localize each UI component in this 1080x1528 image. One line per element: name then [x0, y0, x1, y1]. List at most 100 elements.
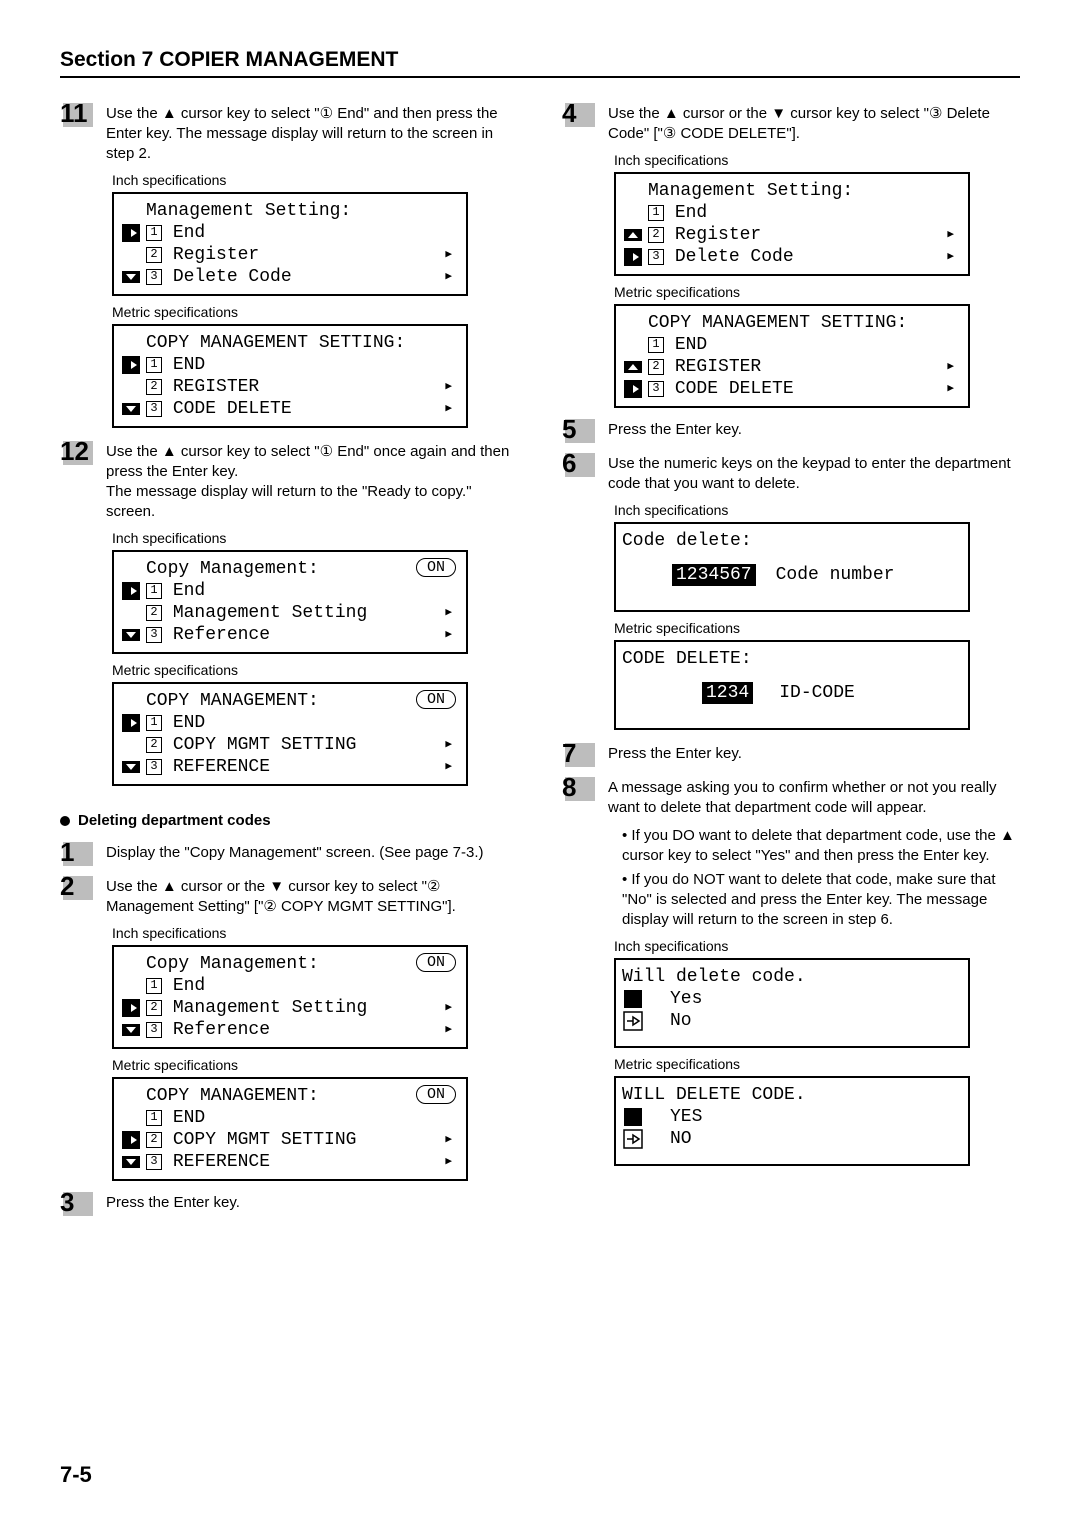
- lcd-item: END: [173, 1107, 205, 1129]
- chevron-right-icon: ▶: [445, 756, 456, 778]
- lcd-screen: WILL DELETE CODE. YES NO: [614, 1076, 970, 1166]
- step-number: 12: [60, 438, 100, 464]
- step-8: 8 A message asking you to confirm whethe…: [562, 774, 1020, 818]
- step-number: 4: [562, 100, 602, 126]
- spec-label: Metric specifications: [112, 304, 518, 320]
- step-text: Press the Enter key.: [106, 1189, 240, 1213]
- lcd-item: REFERENCE: [173, 1151, 270, 1173]
- lcd-title: Copy Management:: [120, 953, 456, 975]
- lcd-item: NO: [670, 1128, 692, 1150]
- step-number: 5: [562, 416, 602, 442]
- lcd-item: Register: [173, 244, 259, 266]
- step-text: Display the "Copy Management" screen. (S…: [106, 839, 484, 863]
- step-5: 5 Press the Enter key.: [562, 416, 1020, 442]
- chevron-right-icon: ▶: [947, 356, 958, 378]
- lcd-item: Management Setting: [173, 997, 367, 1019]
- lcd-screen: COPY MANAGEMENT SETTING: 1 END 2 REGISTE…: [614, 304, 970, 408]
- step-number: 6: [562, 450, 602, 476]
- step-text: Press the Enter key.: [608, 740, 742, 764]
- chevron-right-icon: ▶: [445, 602, 456, 624]
- bullet-icon: [60, 816, 70, 826]
- lcd-item: Delete Code: [173, 266, 292, 288]
- step-11: 11 Use the ▲ cursor key to select "① End…: [60, 100, 518, 164]
- spec-label: Inch specifications: [614, 152, 1020, 168]
- down-tri-icon: [120, 271, 142, 283]
- chevron-right-icon: ▶: [445, 1019, 456, 1041]
- cursor-icon: [120, 223, 142, 243]
- step-text: Use the numeric keys on the keypad to en…: [608, 450, 1020, 494]
- lcd-screen: CODE DELETE: 1234 ID-CODE: [614, 640, 970, 730]
- spec-label: Metric specifications: [614, 1056, 1020, 1072]
- delete-step-3: 3 Press the Enter key.: [60, 1189, 518, 1215]
- lcd-screen: Management Setting: 1 End 2 Register▶ 3 …: [112, 192, 468, 296]
- spec-label: Metric specifications: [112, 1057, 518, 1073]
- lcd-title: Copy Management:: [120, 558, 456, 580]
- cursor-icon: [622, 247, 644, 267]
- lcd-item: CODE DELETE: [173, 398, 292, 420]
- lcd-screen: ON Copy Management: 1 End 2 Management S…: [112, 550, 468, 654]
- lcd-title: COPY MANAGEMENT:: [120, 690, 456, 712]
- spec-label: Inch specifications: [112, 925, 518, 941]
- lcd-item: COPY MGMT SETTING: [173, 1129, 357, 1151]
- step-text: Use the ▲ cursor key to select "① End" a…: [106, 100, 518, 164]
- lcd-item: Delete Code: [675, 246, 794, 268]
- cursor-icon: [120, 581, 142, 601]
- chevron-right-icon: ▶: [947, 378, 958, 400]
- lcd-item: Yes: [670, 988, 702, 1010]
- code-label: ID-CODE: [779, 682, 855, 704]
- lcd-item: Register: [675, 224, 761, 246]
- lcd-title: COPY MANAGEMENT SETTING:: [120, 332, 456, 354]
- lcd-screen: ON COPY MANAGEMENT: 1 END 2 COPY MGMT SE…: [112, 1077, 468, 1181]
- lcd-screen: ON COPY MANAGEMENT: 1 END 2 COPY MGMT SE…: [112, 682, 468, 786]
- cursor-open-icon: [622, 1129, 644, 1149]
- lcd-item: End: [173, 222, 205, 244]
- on-badge: ON: [416, 953, 456, 972]
- on-badge: ON: [416, 558, 456, 577]
- on-badge: ON: [416, 1085, 456, 1104]
- lcd-item: No: [670, 1010, 692, 1032]
- chevron-right-icon: ▶: [947, 224, 958, 246]
- delete-step-2: 2 Use the ▲ cursor or the ▼ cursor key t…: [60, 873, 518, 917]
- chevron-right-icon: ▶: [445, 398, 456, 420]
- spec-label: Metric specifications: [614, 284, 1020, 300]
- lcd-item: Reference: [173, 624, 270, 646]
- left-column: 11 Use the ▲ cursor key to select "① End…: [60, 100, 518, 1223]
- step-text: A message asking you to confirm whether …: [608, 774, 1020, 818]
- blank-icon: [622, 1107, 644, 1127]
- chevron-right-icon: ▶: [445, 997, 456, 1019]
- step-6: 6 Use the numeric keys on the keypad to …: [562, 450, 1020, 494]
- lcd-screen: ON Copy Management: 1 End 2 Management S…: [112, 945, 468, 1049]
- down-tri-icon: [120, 629, 142, 641]
- spec-label: Inch specifications: [614, 502, 1020, 518]
- blank-icon: [622, 989, 644, 1009]
- delete-step-1: 1 Display the "Copy Management" screen. …: [60, 839, 518, 865]
- chevron-right-icon: ▶: [445, 1129, 456, 1151]
- subheading-deleting-codes: Deleting department codes: [60, 812, 518, 829]
- section-title: Section 7 COPIER MANAGEMENT: [60, 48, 1020, 78]
- down-tri-icon: [120, 761, 142, 773]
- chevron-right-icon: ▶: [445, 734, 456, 756]
- lcd-item: END: [675, 334, 707, 356]
- step-text: Use the ▲ cursor or the ▼ cursor key to …: [608, 100, 1020, 144]
- lcd-title: CODE DELETE:: [622, 648, 958, 670]
- on-badge: ON: [416, 690, 456, 709]
- lcd-item: Reference: [173, 1019, 270, 1041]
- up-tri-icon: [622, 229, 644, 241]
- chevron-right-icon: ▶: [445, 624, 456, 646]
- chevron-right-icon: ▶: [947, 246, 958, 268]
- cursor-icon: [120, 998, 142, 1018]
- lcd-title: COPY MANAGEMENT SETTING:: [622, 312, 958, 334]
- step-number: 1: [60, 839, 100, 865]
- step-7: 7 Press the Enter key.: [562, 740, 1020, 766]
- up-tri-icon: [622, 361, 644, 373]
- step-number: 8: [562, 774, 602, 800]
- cursor-open-icon: [622, 1011, 644, 1031]
- lcd-title: COPY MANAGEMENT:: [120, 1085, 456, 1107]
- spec-label: Metric specifications: [614, 620, 1020, 636]
- code-label: Code number: [776, 564, 895, 586]
- down-tri-icon: [120, 403, 142, 415]
- cursor-icon: [622, 379, 644, 399]
- spec-label: Inch specifications: [614, 938, 1020, 954]
- chevron-right-icon: ▶: [445, 244, 456, 266]
- step-4: 4 Use the ▲ cursor or the ▼ cursor key t…: [562, 100, 1020, 144]
